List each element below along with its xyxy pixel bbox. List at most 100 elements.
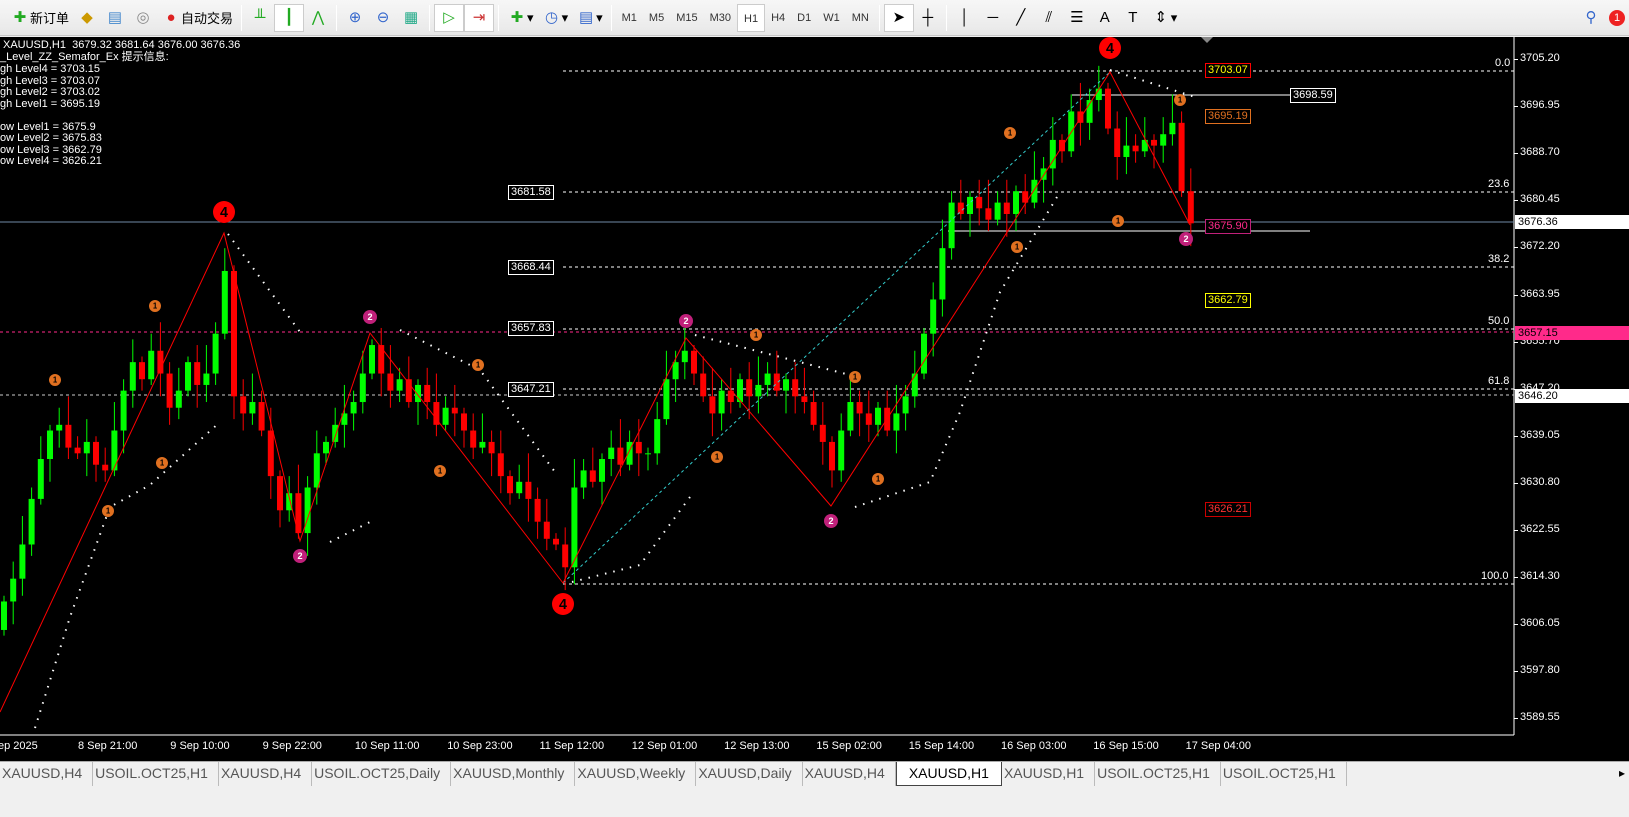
price-tick <box>1514 294 1518 296</box>
candle-body <box>1105 88 1111 129</box>
candle-body <box>267 430 274 477</box>
candle-body <box>1123 145 1130 158</box>
fib-price-label: 3657.83 <box>508 321 554 336</box>
chart-tab[interactable]: USOIL.OCT25,H1 <box>1095 762 1221 786</box>
zoom-out-button[interactable]: ⊖ <box>369 4 397 32</box>
chart-shift-marker[interactable] <box>1201 37 1213 43</box>
notification-badge: 1 <box>1609 9 1625 26</box>
price-chart[interactable]: 4 4 4 2 2 2 2 2 1 1 1 1 1 1 1 1 1 1 1 1 1 1 XAUUSD,H1 3679.32… <box>0 37 1629 761</box>
time-tick-label: 9 Sep 22:00 <box>262 740 322 752</box>
chart-shift-button[interactable]: ⇥ <box>464 3 495 32</box>
chart-tab[interactable]: XAUUSD,Daily <box>696 762 803 786</box>
fibonacci-button[interactable]: ☰ <box>1063 4 1091 32</box>
semafor-marker-label: 1 <box>876 475 881 484</box>
bar-chart-button[interactable]: ╨ <box>246 4 274 32</box>
indicators-button[interactable]: ✚ ▾ <box>503 4 538 32</box>
timeframe-mn[interactable]: MN <box>846 4 875 32</box>
chart-tab[interactable]: USOIL.OCT25,H1 <box>1221 762 1347 786</box>
chart-tab[interactable]: XAUUSD,H4 <box>0 762 94 786</box>
notifications-button[interactable]: 1 <box>1605 4 1629 32</box>
auto-scroll-button[interactable]: ▷ <box>434 3 465 32</box>
timeframe-d1[interactable]: D1 <box>791 4 817 32</box>
candle-body <box>451 407 458 414</box>
price-tick-label: 3705.20 <box>1520 52 1560 64</box>
zoom-in-button[interactable]: ⊕ <box>341 4 369 32</box>
search-button[interactable]: ⚲ <box>1577 4 1605 32</box>
indicator-level-line: ow Level2 = 3675.83 <box>0 132 102 144</box>
vertical-line-button[interactable]: │ <box>951 4 979 32</box>
market-watch-button[interactable]: ◆ <box>73 4 101 32</box>
chart-tab[interactable]: XAUUSD,H1 <box>895 762 1002 786</box>
horizontal-line-button[interactable]: ─ <box>979 4 1007 32</box>
chart-tab[interactable]: XAUUSD,Weekly <box>575 762 697 786</box>
cursor-button[interactable]: ➤ <box>883 3 914 32</box>
line-chart-button[interactable]: ⋀ <box>304 4 332 32</box>
candle-body <box>792 379 799 397</box>
signals-button[interactable]: ◎ <box>129 4 157 32</box>
tile-windows-button[interactable]: ▦ <box>397 4 425 32</box>
candle-body <box>525 481 532 499</box>
arrows-button[interactable]: ⇕ ▾ <box>1147 4 1182 32</box>
time-tick-label: 15 Sep 02:00 <box>816 740 882 752</box>
candle-body <box>461 413 467 431</box>
chart-tab[interactable]: USOIL.OCT25,H1 <box>93 762 219 786</box>
candle-body <box>1178 122 1185 192</box>
new-order-button[interactable]: ✚ 新订单 <box>6 4 73 32</box>
trendline-button[interactable]: ╱ <box>1007 4 1035 32</box>
channel-icon: ⫽ <box>1045 8 1053 26</box>
chart-tab[interactable]: XAUUSD,Monthly <box>451 762 576 786</box>
chart-shift-icon: ⇥ <box>472 8 486 26</box>
time-tick-label: 9 Sep 10:00 <box>170 740 230 752</box>
high-level1-box: 3695.19 <box>1205 109 1251 124</box>
templates-button[interactable]: ▤ ▾ <box>572 4 607 32</box>
price-tick-label: 3680.45 <box>1520 193 1560 206</box>
timeframe-h1[interactable]: H1 <box>737 3 766 32</box>
semafor-marker-label: 1 <box>1116 217 1121 226</box>
timeframe-m5[interactable]: M5 <box>643 4 670 32</box>
candle-body <box>865 413 872 425</box>
timeframe-w1[interactable]: W1 <box>817 4 846 32</box>
candle-body <box>175 390 182 408</box>
candle-body <box>65 424 72 448</box>
semafor-marker-label: 1 <box>106 507 111 516</box>
time-tick-label: 10 Sep 11:00 <box>354 740 420 752</box>
low-level3-box: 3662.79 <box>1205 293 1251 308</box>
auto-trading-icon: ● <box>166 8 176 26</box>
timeframe-m30[interactable]: M30 <box>704 4 737 32</box>
chart-tab[interactable]: XAUUSD,H1 <box>1002 762 1096 786</box>
semafor-marker-label: 2 <box>828 516 833 526</box>
chart-tab[interactable]: XAUUSD,H4 <box>803 762 896 786</box>
crosshair-button[interactable]: ┼ <box>914 4 942 32</box>
line-chart-icon: ⋀ <box>311 8 325 26</box>
low-level4-box: 3626.21 <box>1205 502 1251 517</box>
equidistant-channel-button[interactable]: ⫽ <box>1035 4 1063 32</box>
timeframe-h4[interactable]: H4 <box>765 4 791 32</box>
crosshair-icon: ┼ <box>922 8 934 26</box>
candle-body <box>764 373 771 385</box>
periods-button[interactable]: ◷ ▾ <box>538 4 573 32</box>
price-tick <box>1514 671 1518 673</box>
price-tick <box>1514 624 1518 626</box>
candle-body <box>415 384 421 403</box>
text-button[interactable]: A <box>1091 4 1119 32</box>
candle-body <box>856 402 863 414</box>
candle-body <box>921 333 927 374</box>
tab-scroll-right-icon[interactable]: ▸ <box>1619 766 1625 780</box>
price-tick-label: 3630.80 <box>1520 475 1560 488</box>
timeframe-m1[interactable]: M1 <box>616 4 643 32</box>
chart-tab[interactable]: USOIL.OCT25,Daily <box>312 762 452 786</box>
chart-tab[interactable]: XAUUSD,H4 <box>219 762 313 786</box>
fib-level-61-8: 61.8 <box>1488 375 1510 387</box>
candle-body <box>37 459 44 499</box>
timeframe-m15[interactable]: M15 <box>670 4 703 32</box>
price-tick <box>1514 247 1518 249</box>
candle-body <box>240 396 247 414</box>
data-window-button[interactable]: ▤ <box>101 4 129 32</box>
price-tick-label: 3614.30 <box>1520 570 1560 583</box>
price-tick-label: 3639.05 <box>1520 428 1560 441</box>
text-label-button[interactable]: T <box>1119 4 1147 32</box>
candle-body <box>120 390 127 431</box>
candle-body <box>332 424 339 442</box>
auto-trading-button[interactable]: ● 自动交易 <box>157 4 237 32</box>
candlestick-button[interactable]: ┃ <box>274 3 305 32</box>
